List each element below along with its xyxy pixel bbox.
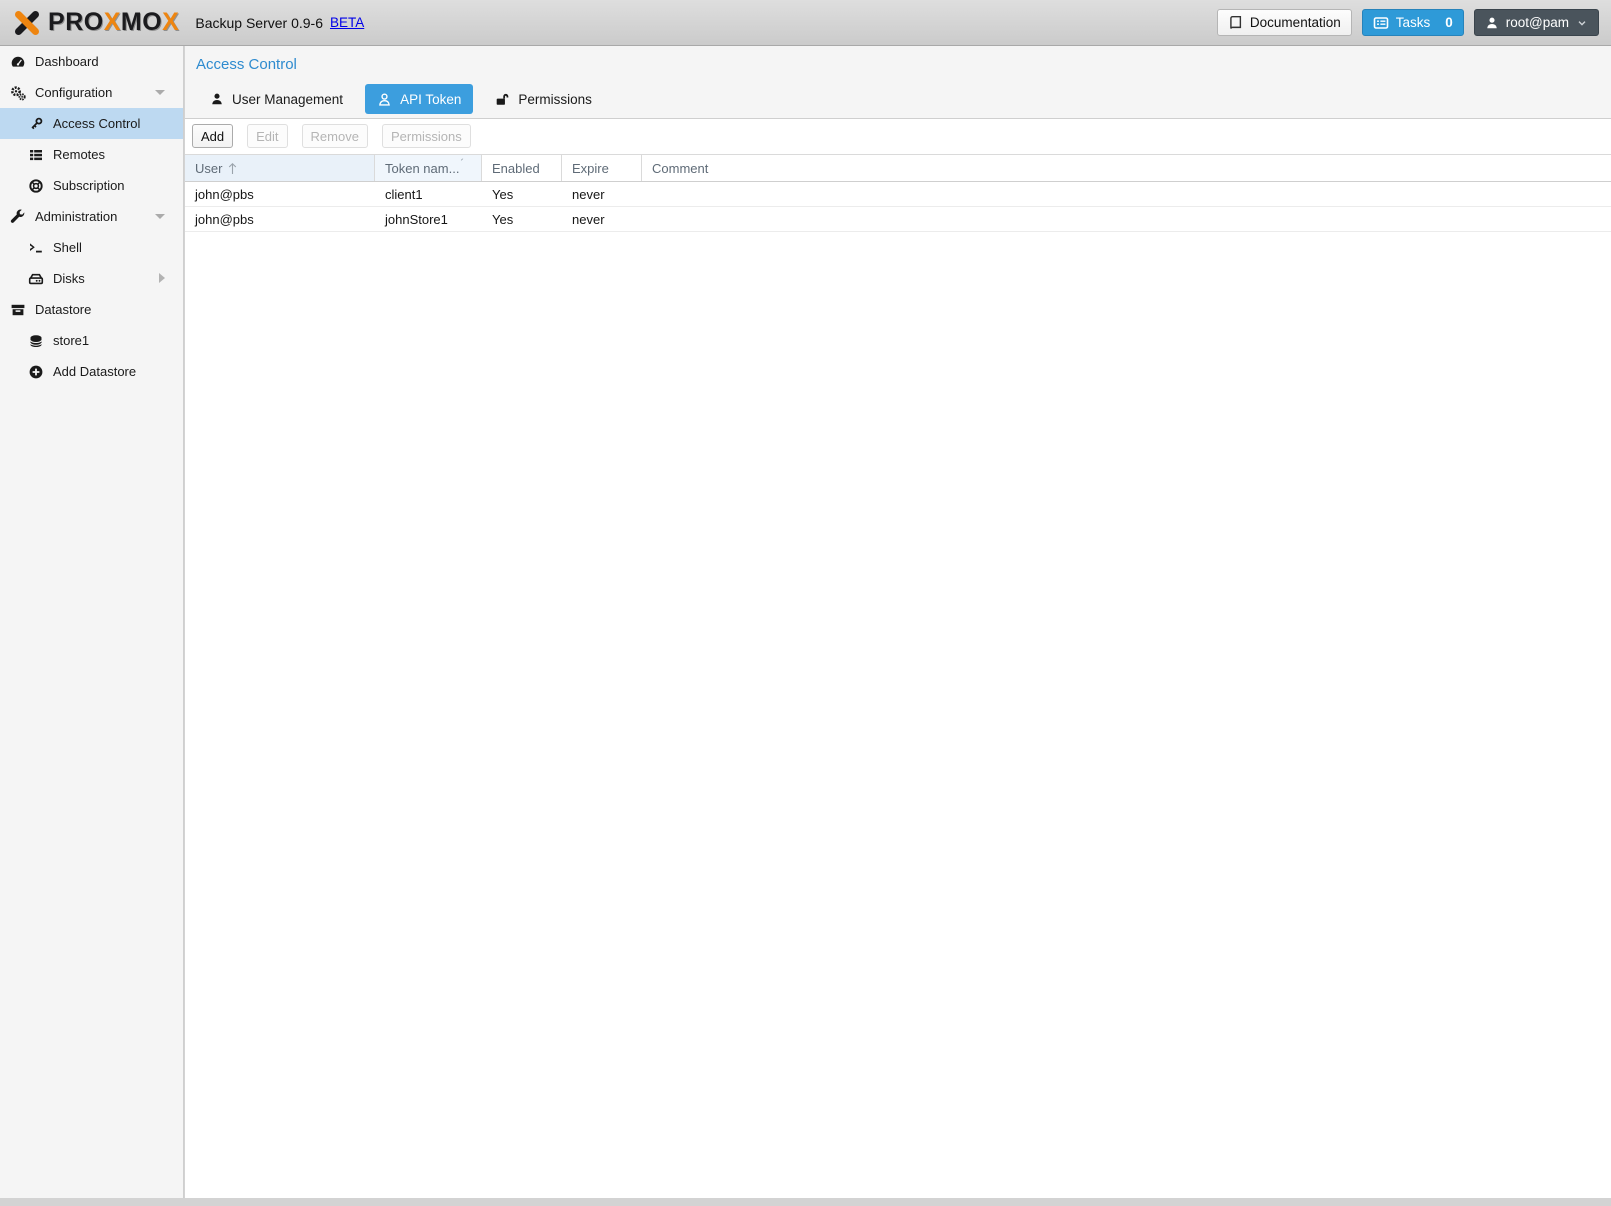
sidebar-item-disks[interactable]: Disks bbox=[0, 263, 183, 294]
tab-user-management[interactable]: User Management bbox=[198, 84, 355, 114]
cell-user[interactable]: john@pbs bbox=[185, 182, 375, 206]
expand-right-arrow-icon bbox=[159, 273, 165, 283]
sidebar-item-access-control[interactable]: Access Control bbox=[0, 108, 183, 139]
cell-expire[interactable]: never bbox=[562, 207, 642, 231]
gears-icon bbox=[10, 85, 26, 101]
tab-bar: User Management API Token Permissions bbox=[198, 84, 604, 114]
product-title: Backup Server 0.9-6 bbox=[195, 15, 323, 31]
cell-user[interactable]: john@pbs bbox=[185, 207, 375, 231]
add-button[interactable]: Add bbox=[192, 124, 233, 148]
terminal-icon bbox=[28, 240, 44, 256]
documentation-button[interactable]: Documentation bbox=[1217, 9, 1352, 36]
sort-asc-icon bbox=[227, 162, 238, 175]
archive-box-icon bbox=[10, 302, 26, 318]
proxmox-logo: PROXMOX bbox=[12, 8, 179, 38]
life-ring-icon bbox=[28, 178, 44, 194]
top-bar: PROXMOX Backup Server 0.9-6 BETA Documen… bbox=[0, 0, 1611, 46]
cell-comment[interactable] bbox=[642, 182, 1611, 206]
cell-comment[interactable] bbox=[642, 207, 1611, 231]
table-row[interactable]: john@pbs client1 Yes never bbox=[185, 182, 1611, 207]
sidebar-item-remotes[interactable]: Remotes bbox=[0, 139, 183, 170]
expand-arrow-icon bbox=[155, 214, 165, 219]
edit-button[interactable]: Edit bbox=[247, 124, 287, 148]
beta-link[interactable]: BETA bbox=[330, 15, 364, 30]
table-row[interactable]: john@pbs johnStore1 Yes never bbox=[185, 207, 1611, 232]
sidebar-item-shell[interactable]: Shell bbox=[0, 232, 183, 263]
task-list-icon bbox=[1373, 15, 1389, 31]
expand-arrow-icon bbox=[155, 90, 165, 95]
cell-enabled[interactable]: Yes bbox=[482, 182, 562, 206]
hard-drive-icon bbox=[28, 271, 44, 287]
unlock-icon bbox=[495, 92, 510, 107]
proxmox-wordmark: PROXMOX bbox=[48, 8, 179, 37]
cell-token-name[interactable]: client1 bbox=[375, 182, 482, 206]
page-title: Access Control bbox=[185, 46, 1611, 73]
column-header-token-name[interactable]: Token nam... ´ bbox=[375, 155, 482, 181]
user-outline-icon bbox=[377, 92, 392, 107]
user-icon bbox=[210, 92, 224, 106]
user-menu-button[interactable]: root@pam bbox=[1474, 9, 1599, 36]
user-icon bbox=[1485, 16, 1499, 30]
sidebar-item-subscription[interactable]: Subscription bbox=[0, 170, 183, 201]
tab-permissions[interactable]: Permissions bbox=[483, 84, 604, 114]
column-header-enabled[interactable]: Enabled bbox=[482, 155, 562, 181]
tab-api-token[interactable]: API Token bbox=[365, 84, 473, 114]
grid-toolbar: Add Edit Remove Permissions bbox=[185, 119, 1611, 154]
list-icon bbox=[28, 147, 44, 163]
sidebar-item-datastore[interactable]: Datastore bbox=[0, 294, 183, 325]
sidebar: Dashboard Configuration Access Control R… bbox=[0, 46, 184, 1198]
book-icon bbox=[1228, 15, 1243, 30]
gauge-icon bbox=[10, 54, 26, 70]
main-panel: Access Control User Management API Token… bbox=[185, 46, 1611, 1198]
cell-enabled[interactable]: Yes bbox=[482, 207, 562, 231]
tasks-button[interactable]: Tasks 0 bbox=[1362, 9, 1464, 36]
chevron-down-icon bbox=[1576, 17, 1588, 29]
sidebar-item-store1[interactable]: store1 bbox=[0, 325, 183, 356]
table-header: User Token nam... ´ Enabled Expire Comme… bbox=[185, 154, 1611, 182]
key-icon bbox=[28, 116, 44, 132]
remove-button[interactable]: Remove bbox=[302, 124, 368, 148]
wrench-icon bbox=[10, 209, 26, 225]
sidebar-item-administration[interactable]: Administration bbox=[0, 201, 183, 232]
column-header-comment[interactable]: Comment bbox=[642, 155, 1611, 181]
api-token-grid: Add Edit Remove Permissions User Token n… bbox=[185, 118, 1611, 1198]
tasks-count-badge: 0 bbox=[1445, 15, 1453, 30]
permissions-button[interactable]: Permissions bbox=[382, 124, 471, 148]
sidebar-item-dashboard[interactable]: Dashboard bbox=[0, 46, 183, 77]
plus-circle-icon bbox=[28, 364, 44, 380]
database-icon bbox=[28, 333, 44, 349]
sidebar-item-add-datastore[interactable]: Add Datastore bbox=[0, 356, 183, 387]
column-header-user[interactable]: User bbox=[185, 155, 375, 181]
cell-expire[interactable]: never bbox=[562, 182, 642, 206]
cell-token-name[interactable]: johnStore1 bbox=[375, 207, 482, 231]
sidebar-item-configuration[interactable]: Configuration bbox=[0, 77, 183, 108]
column-header-expire[interactable]: Expire bbox=[562, 155, 642, 181]
proxmox-x-logo-icon bbox=[12, 8, 42, 38]
